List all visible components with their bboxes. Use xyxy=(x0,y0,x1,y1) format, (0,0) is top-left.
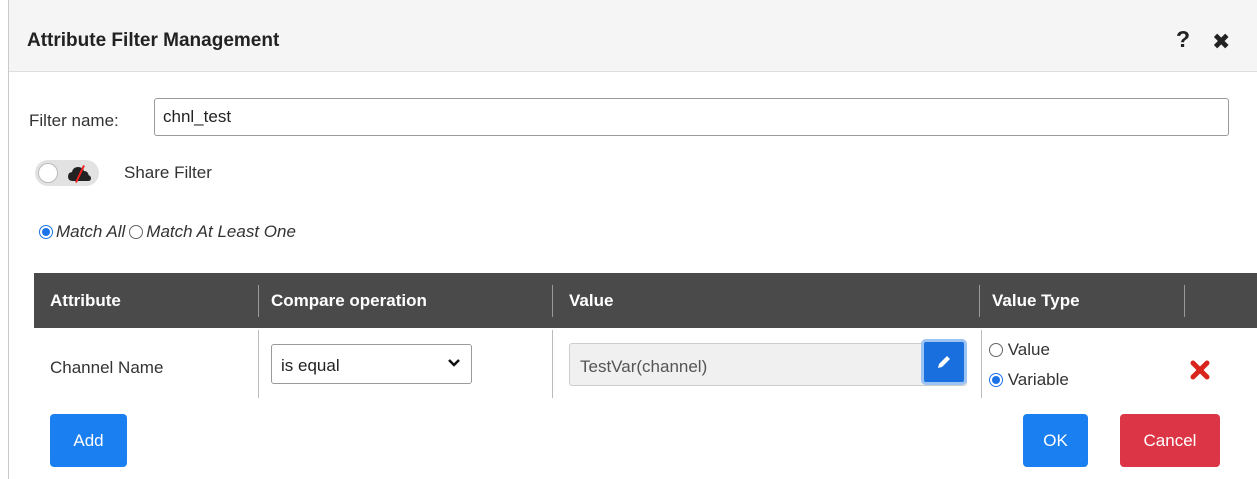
share-filter-label: Share Filter xyxy=(124,163,212,182)
cell-divider xyxy=(981,330,982,398)
ok-button[interactable]: OK xyxy=(1023,414,1088,467)
column-divider xyxy=(258,285,259,317)
compare-operation-value: is equal xyxy=(281,356,340,375)
cell-divider xyxy=(552,330,553,398)
close-icon[interactable]: ✖ xyxy=(1212,29,1230,55)
conditions-table-header: Attribute Compare operation Value Value … xyxy=(34,273,1257,328)
pencil-icon xyxy=(938,356,950,368)
match-all-radio[interactable] xyxy=(39,225,53,239)
cell-divider xyxy=(258,330,259,398)
match-mode-group: Match All Match At Least One xyxy=(39,222,300,242)
edit-value-button[interactable] xyxy=(921,339,967,385)
match-at-least-one-radio[interactable] xyxy=(129,225,144,239)
help-icon[interactable]: ? xyxy=(1176,26,1190,53)
value-type-value-label: Value xyxy=(1007,340,1050,359)
column-divider xyxy=(1184,285,1185,317)
filter-name-input[interactable] xyxy=(154,98,1229,136)
value-field-text: TestVar(channel) xyxy=(580,357,708,376)
value-type-variable-option[interactable]: Variable xyxy=(989,370,1069,390)
value-type-value-radio[interactable] xyxy=(989,343,1003,357)
column-divider xyxy=(552,285,553,317)
column-header-value: Value xyxy=(569,291,614,310)
delete-row-icon[interactable] xyxy=(1189,359,1211,381)
add-button[interactable]: Add xyxy=(50,414,127,467)
dialog-title: Attribute Filter Management xyxy=(27,30,280,51)
attribute-cell: Channel Name xyxy=(50,358,164,377)
match-all-label: Match All xyxy=(56,222,126,241)
dialog-header: Attribute Filter Management ? ✖ xyxy=(9,0,1257,72)
chevron-down-icon xyxy=(448,359,460,367)
filter-name-label: Filter name: xyxy=(29,111,119,130)
column-header-compare-operation: Compare operation xyxy=(271,291,427,310)
value-type-value-option[interactable]: Value xyxy=(989,340,1050,360)
toggle-knob xyxy=(38,163,58,183)
column-header-attribute: Attribute xyxy=(50,291,121,310)
value-type-variable-radio[interactable] xyxy=(989,373,1003,387)
share-filter-toggle[interactable] xyxy=(35,160,99,186)
attribute-filter-dialog: Attribute Filter Management ? ✖ Filter n… xyxy=(8,0,1257,479)
value-type-variable-label: Variable xyxy=(1007,370,1069,389)
cancel-button[interactable]: Cancel xyxy=(1120,414,1220,467)
value-field[interactable]: TestVar(channel) xyxy=(569,343,967,386)
compare-operation-select[interactable]: is equal xyxy=(271,344,472,384)
column-divider xyxy=(979,285,980,317)
match-at-least-one-label: Match At Least One xyxy=(146,222,296,241)
cloud-slash-icon xyxy=(68,165,91,183)
column-header-value-type: Value Type xyxy=(992,291,1080,310)
